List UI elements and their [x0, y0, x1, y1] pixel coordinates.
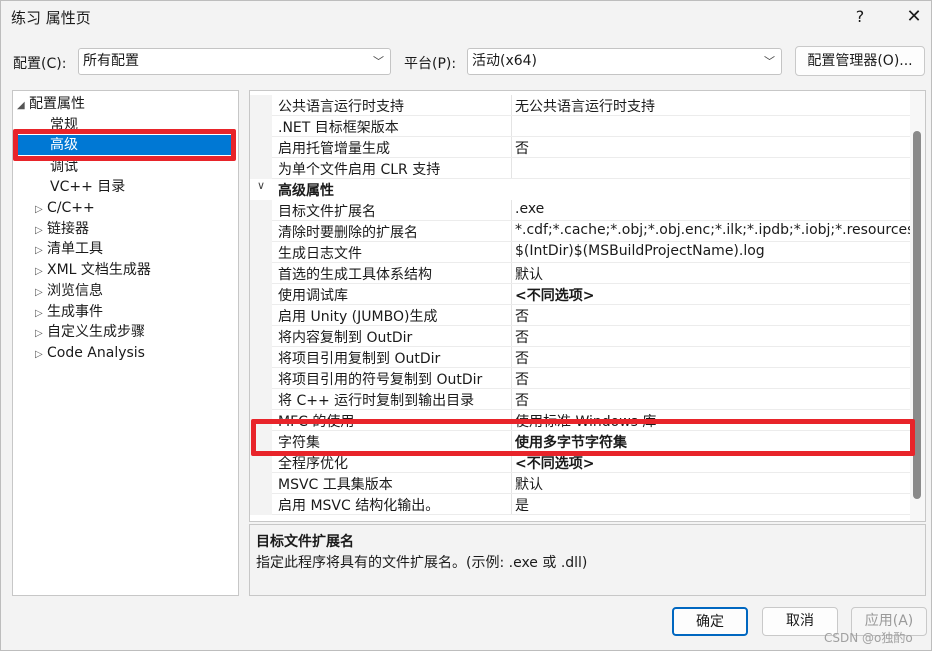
grid-row[interactable]: 公共语言运行时支持 无公共语言运行时支持: [250, 95, 910, 116]
grid-row[interactable]: 启用托管增量生成否: [250, 137, 910, 158]
tree-item-build-events[interactable]: ▷ 生成事件: [35, 302, 103, 322]
platform-label: 平台(P):: [404, 56, 457, 72]
tree-item-manifest-tool[interactable]: ▷ 清单工具: [35, 239, 103, 259]
tree-item-advanced[interactable]: 高级: [16, 135, 234, 155]
tree-item-vc-directories[interactable]: VC++ 目录: [50, 177, 125, 197]
platform-select[interactable]: 活动(x64) ﹀: [467, 48, 782, 75]
grid-row[interactable]: .NET 目标框架版本: [250, 116, 910, 137]
grid-row[interactable]: 启用 Unity (JUMBO)生成否: [250, 305, 910, 326]
grid-row[interactable]: 全程序优化 <不同选项>: [250, 452, 910, 473]
tree-item-general[interactable]: 常规: [50, 115, 78, 135]
chevron-down-icon: ∨: [257, 179, 266, 192]
chevron-down-icon: ﹀: [764, 55, 775, 68]
watermark-text: CSDN @o独酌o: [824, 631, 913, 645]
description-title: 目标文件扩展名: [256, 534, 354, 550]
category-advanced-properties[interactable]: ∨ 高级属性: [250, 179, 910, 200]
grid-row[interactable]: 使用调试库 <不同选项>: [250, 284, 910, 305]
chevron-down-icon: ﹀: [373, 55, 384, 68]
grid-row[interactable]: 为单个文件启用 CLR 支持: [250, 158, 910, 179]
help-icon[interactable]: ?: [849, 5, 871, 29]
grid-row[interactable]: 将 C++ 运行时复制到输出目录否: [250, 389, 910, 410]
config-select-value: 所有配置: [83, 53, 139, 69]
property-pages-dialog: 练习 属性页 ? ✕ 配置(C): 所有配置 ﹀ 平台(P): 活动(x64) …: [0, 0, 932, 651]
title-bar: 练习 属性页 ? ✕: [1, 1, 931, 37]
grid-row[interactable]: 启用 MSVC 结构化输出。是: [250, 494, 910, 515]
config-manager-button[interactable]: 配置管理器(O)...: [795, 46, 925, 76]
grid-row[interactable]: 将项目引用复制到 OutDir 否: [250, 347, 910, 368]
expanded-arrow-icon: ◢: [17, 100, 25, 111]
tree-item-browse-info[interactable]: ▷ 浏览信息: [35, 281, 103, 301]
close-icon[interactable]: ✕: [901, 5, 927, 29]
collapsed-arrow-icon: ▷: [35, 266, 43, 277]
grid-row[interactable]: MFC 的使用 使用标准 Windows 库: [250, 410, 910, 431]
description-panel: 目标文件扩展名 指定此程序将具有的文件扩展名。(示例: .exe 或 .dll): [249, 524, 926, 596]
grid-row[interactable]: 将内容复制到 OutDir 否: [250, 326, 910, 347]
collapsed-arrow-icon: ▷: [35, 328, 43, 339]
grid-row[interactable]: 生成日志文件 $(IntDir)$(MSBuildProjectName).log: [250, 242, 910, 263]
tree-item-xml-doc[interactable]: ▷ XML 文档生成器: [35, 260, 151, 280]
grid-row[interactable]: MSVC 工具集版本 默认: [250, 473, 910, 494]
tree-item-debugging[interactable]: 调试: [50, 157, 78, 177]
collapsed-arrow-icon: ▷: [35, 308, 43, 319]
collapsed-arrow-icon: ▷: [35, 349, 43, 360]
ok-button[interactable]: 确定: [672, 607, 748, 636]
window-title: 练习 属性页: [11, 9, 91, 27]
config-label: 配置(C):: [13, 56, 67, 72]
config-select[interactable]: 所有配置 ﹀: [78, 48, 391, 75]
grid-row[interactable]: 首选的生成工具体系结构 默认: [250, 263, 910, 284]
collapsed-arrow-icon: ▷: [35, 245, 43, 256]
tree-item-c-cpp[interactable]: ▷ C/C++: [35, 198, 95, 218]
grid-row-character-set[interactable]: 字符集 使用多字节字符集: [250, 431, 910, 452]
collapsed-arrow-icon: ▷: [35, 204, 43, 215]
description-text: 指定此程序将具有的文件扩展名。(示例: .exe 或 .dll): [256, 555, 588, 571]
tree-item-code-analysis[interactable]: ▷ Code Analysis: [35, 343, 145, 363]
tree-root[interactable]: ◢ 配置属性: [17, 94, 85, 114]
property-grid: 公共语言运行时支持 无公共语言运行时支持 .NET 目标框架版本 启用托管增量生成…: [249, 90, 926, 522]
collapsed-arrow-icon: ▷: [35, 225, 43, 236]
tree-item-linker[interactable]: ▷ 链接器: [35, 219, 89, 239]
tree-item-custom-build[interactable]: ▷ 自定义生成步骤: [35, 322, 145, 342]
category-tree: ◢ 配置属性 常规 高级 调试 VC++ 目录 ▷ C/C++ ▷ 链接器 ▷ 清单工具…: [12, 90, 239, 596]
grid-row[interactable]: 将项目引用的符号复制到 OutDir 否: [250, 368, 910, 389]
scrollbar-thumb[interactable]: [913, 131, 921, 499]
grid-row[interactable]: 目标文件扩展名 .exe: [250, 200, 910, 221]
platform-select-value: 活动(x64): [472, 53, 538, 69]
grid-row[interactable]: 清除时要删除的扩展名 *.cdf;*.cache;*.obj;*.obj.enc;…: [250, 221, 925, 242]
collapsed-arrow-icon: ▷: [35, 287, 43, 298]
